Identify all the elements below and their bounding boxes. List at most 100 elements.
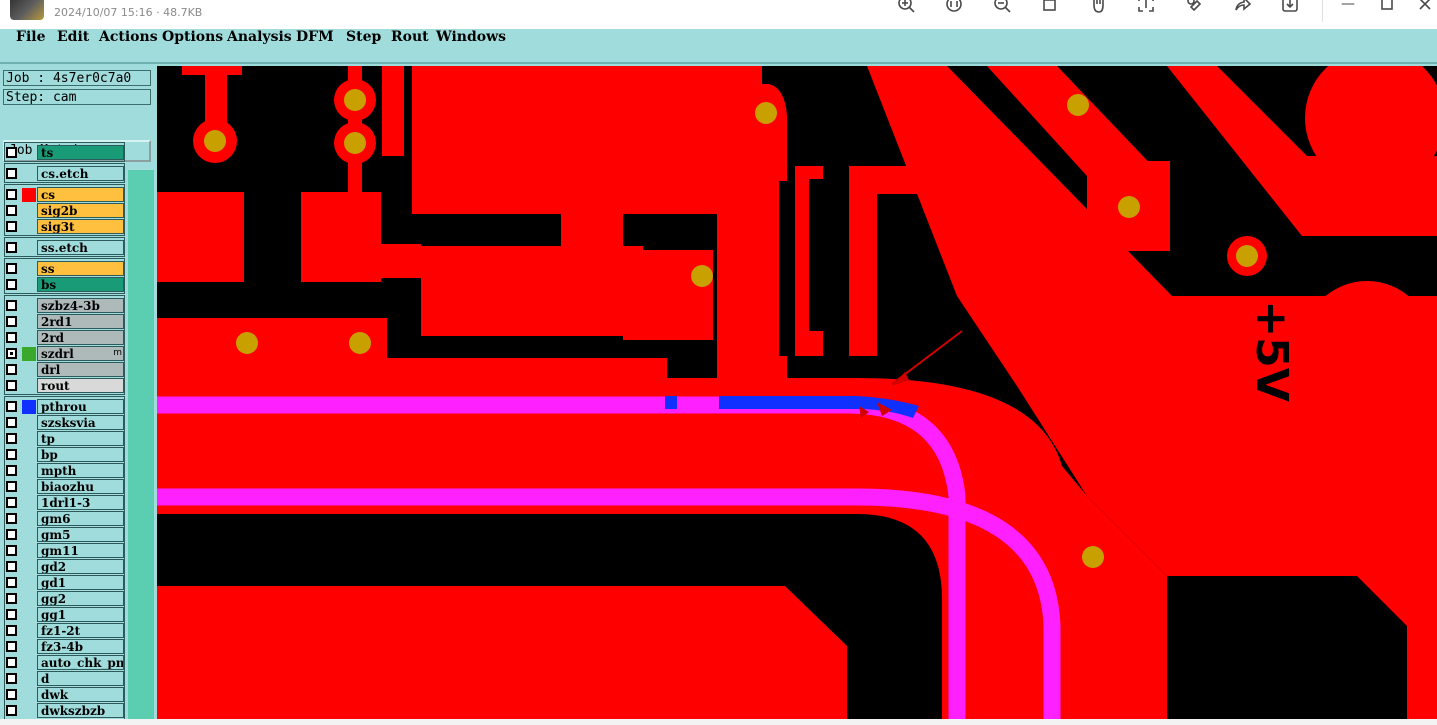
layer-color-swatch[interactable] (22, 399, 36, 414)
layer-name[interactable]: fz1-2t (37, 623, 124, 638)
layer-name[interactable]: gd1 (37, 575, 124, 590)
layer-color-swatch[interactable] (22, 672, 36, 686)
layer-color-swatch[interactable] (22, 299, 36, 313)
hand-icon[interactable] (1087, 0, 1109, 15)
layer-checkbox[interactable] (6, 189, 17, 200)
layer-name[interactable]: tp (37, 431, 124, 446)
minimize-icon[interactable]: — (1337, 0, 1359, 15)
layer-checkbox[interactable] (6, 147, 17, 158)
layer-row-mpth[interactable]: mpth (4, 463, 124, 478)
layer-name[interactable]: gg1 (37, 607, 124, 622)
layer-checkbox[interactable] (6, 279, 17, 290)
ocr-icon[interactable] (1135, 0, 1157, 15)
layer-name[interactable]: drl (37, 362, 124, 377)
layer-name[interactable]: ss (37, 261, 124, 276)
layer-row-auto_chk_pnl[interactable]: auto_chk_pnl (4, 655, 124, 670)
maximize-icon[interactable] (1376, 0, 1398, 15)
layer-name[interactable]: cs.etch (37, 166, 124, 181)
image-thumbnail[interactable] (10, 0, 44, 20)
layer-row-dwkszbzb[interactable]: dwkszbzb (4, 703, 124, 718)
layer-checkbox[interactable] (6, 577, 17, 588)
layer-color-swatch[interactable] (22, 464, 36, 478)
layer-name[interactable]: gm5 (37, 527, 124, 542)
layer-row-fz3-4b[interactable]: fz3-4b (4, 639, 124, 654)
zoom-out-icon[interactable] (991, 0, 1013, 15)
layer-checkbox[interactable] (6, 609, 17, 620)
layer-checkbox[interactable] (6, 465, 17, 476)
layer-checkbox[interactable] (6, 513, 17, 524)
layer-name[interactable]: pthrou (37, 399, 124, 414)
layer-color-swatch[interactable] (22, 608, 36, 622)
layer-checkbox[interactable] (6, 417, 17, 428)
layer-checkbox[interactable] (6, 221, 17, 232)
layer-color-swatch[interactable] (22, 592, 36, 606)
layer-checkbox[interactable] (6, 689, 17, 700)
layer-name[interactable]: d (37, 671, 124, 686)
layer-color-swatch[interactable] (22, 416, 36, 430)
layer-color-swatch[interactable] (22, 528, 36, 542)
layer-checkbox[interactable] (6, 300, 17, 311)
layer-row-ss.etch[interactable]: ss.etch (4, 240, 124, 255)
layer-checkbox[interactable] (6, 625, 17, 636)
layer-checkbox[interactable] (6, 657, 17, 668)
layer-row-gd2[interactable]: gd2 (4, 559, 124, 574)
layer-name[interactable]: sig3t (37, 219, 124, 234)
layer-name[interactable]: mpth (37, 463, 124, 478)
layer-checkbox[interactable] (6, 364, 17, 375)
menu-analysis[interactable]: Analysis (227, 29, 292, 45)
layer-name[interactable]: gm11 (37, 543, 124, 558)
layer-checkbox[interactable] (6, 481, 17, 492)
menu-rout[interactable]: Rout (391, 29, 429, 45)
layer-row-biaozhu[interactable]: biaozhu (4, 479, 124, 494)
zoom-in-icon[interactable] (895, 0, 917, 15)
close-icon[interactable] (1414, 0, 1436, 15)
layer-name[interactable]: bs (37, 277, 124, 292)
layer-name[interactable]: szbz4-3b (37, 298, 124, 313)
layer-checkbox[interactable] (6, 593, 17, 604)
menu-windows[interactable]: Windows (436, 29, 506, 45)
menu-step[interactable]: Step (346, 29, 381, 45)
layer-color-swatch[interactable] (22, 187, 36, 202)
layer-name[interactable]: cs (37, 187, 124, 202)
layer-checkbox[interactable] (6, 205, 17, 216)
layer-row-gm6[interactable]: gm6 (4, 511, 124, 526)
layer-color-swatch[interactable] (22, 346, 36, 361)
download-icon[interactable] (1279, 0, 1301, 15)
layer-row-rout[interactable]: rout (4, 378, 124, 393)
layer-color-swatch[interactable] (22, 640, 36, 654)
layer-row-ss[interactable]: ss (4, 261, 124, 276)
menu-options[interactable]: Options (162, 29, 223, 45)
layer-row-drl[interactable]: drl (4, 362, 124, 377)
layer-row-dwk[interactable]: dwk (4, 687, 124, 702)
layer-name[interactable]: ss.etch (37, 240, 124, 255)
layer-row-d[interactable]: d (4, 671, 124, 686)
layer-checkbox[interactable] (6, 561, 17, 572)
layer-row-2rd[interactable]: 2rd (4, 330, 124, 345)
layer-checkbox[interactable] (6, 332, 17, 343)
layer-color-swatch[interactable] (22, 379, 36, 393)
layer-name[interactable]: bp (37, 447, 124, 462)
layer-row-2rd1[interactable]: 2rd1 (4, 314, 124, 329)
layer-color-swatch[interactable] (22, 512, 36, 526)
layer-checkbox[interactable] (6, 641, 17, 652)
layer-row-ts[interactable]: ts (4, 145, 124, 160)
layer-color-swatch[interactable] (22, 624, 36, 638)
layer-color-swatch[interactable] (22, 204, 36, 218)
layer-color-swatch[interactable] (22, 496, 36, 510)
layer-checkbox[interactable] (6, 497, 17, 508)
layer-name[interactable]: 2rd (37, 330, 124, 345)
layer-checkbox[interactable] (6, 380, 17, 391)
layer-color-swatch[interactable] (22, 688, 36, 702)
layer-color-swatch[interactable] (22, 448, 36, 462)
layer-color-swatch[interactable] (22, 331, 36, 345)
layer-row-szbz4-3b[interactable]: szbz4-3b (4, 298, 124, 313)
layer-row-gm5[interactable]: gm5 (4, 527, 124, 542)
layer-row-szdrl[interactable]: szdrl m (4, 346, 124, 361)
menu-dfm[interactable]: DFM (296, 29, 334, 45)
layer-name[interactable]: gd2 (37, 559, 124, 574)
layer-row-gg1[interactable]: gg1 (4, 607, 124, 622)
layer-color-swatch[interactable] (22, 363, 36, 377)
layer-row-sig2b[interactable]: sig2b (4, 203, 124, 218)
layer-color-swatch[interactable] (22, 315, 36, 329)
layer-checkbox[interactable] (6, 545, 17, 556)
